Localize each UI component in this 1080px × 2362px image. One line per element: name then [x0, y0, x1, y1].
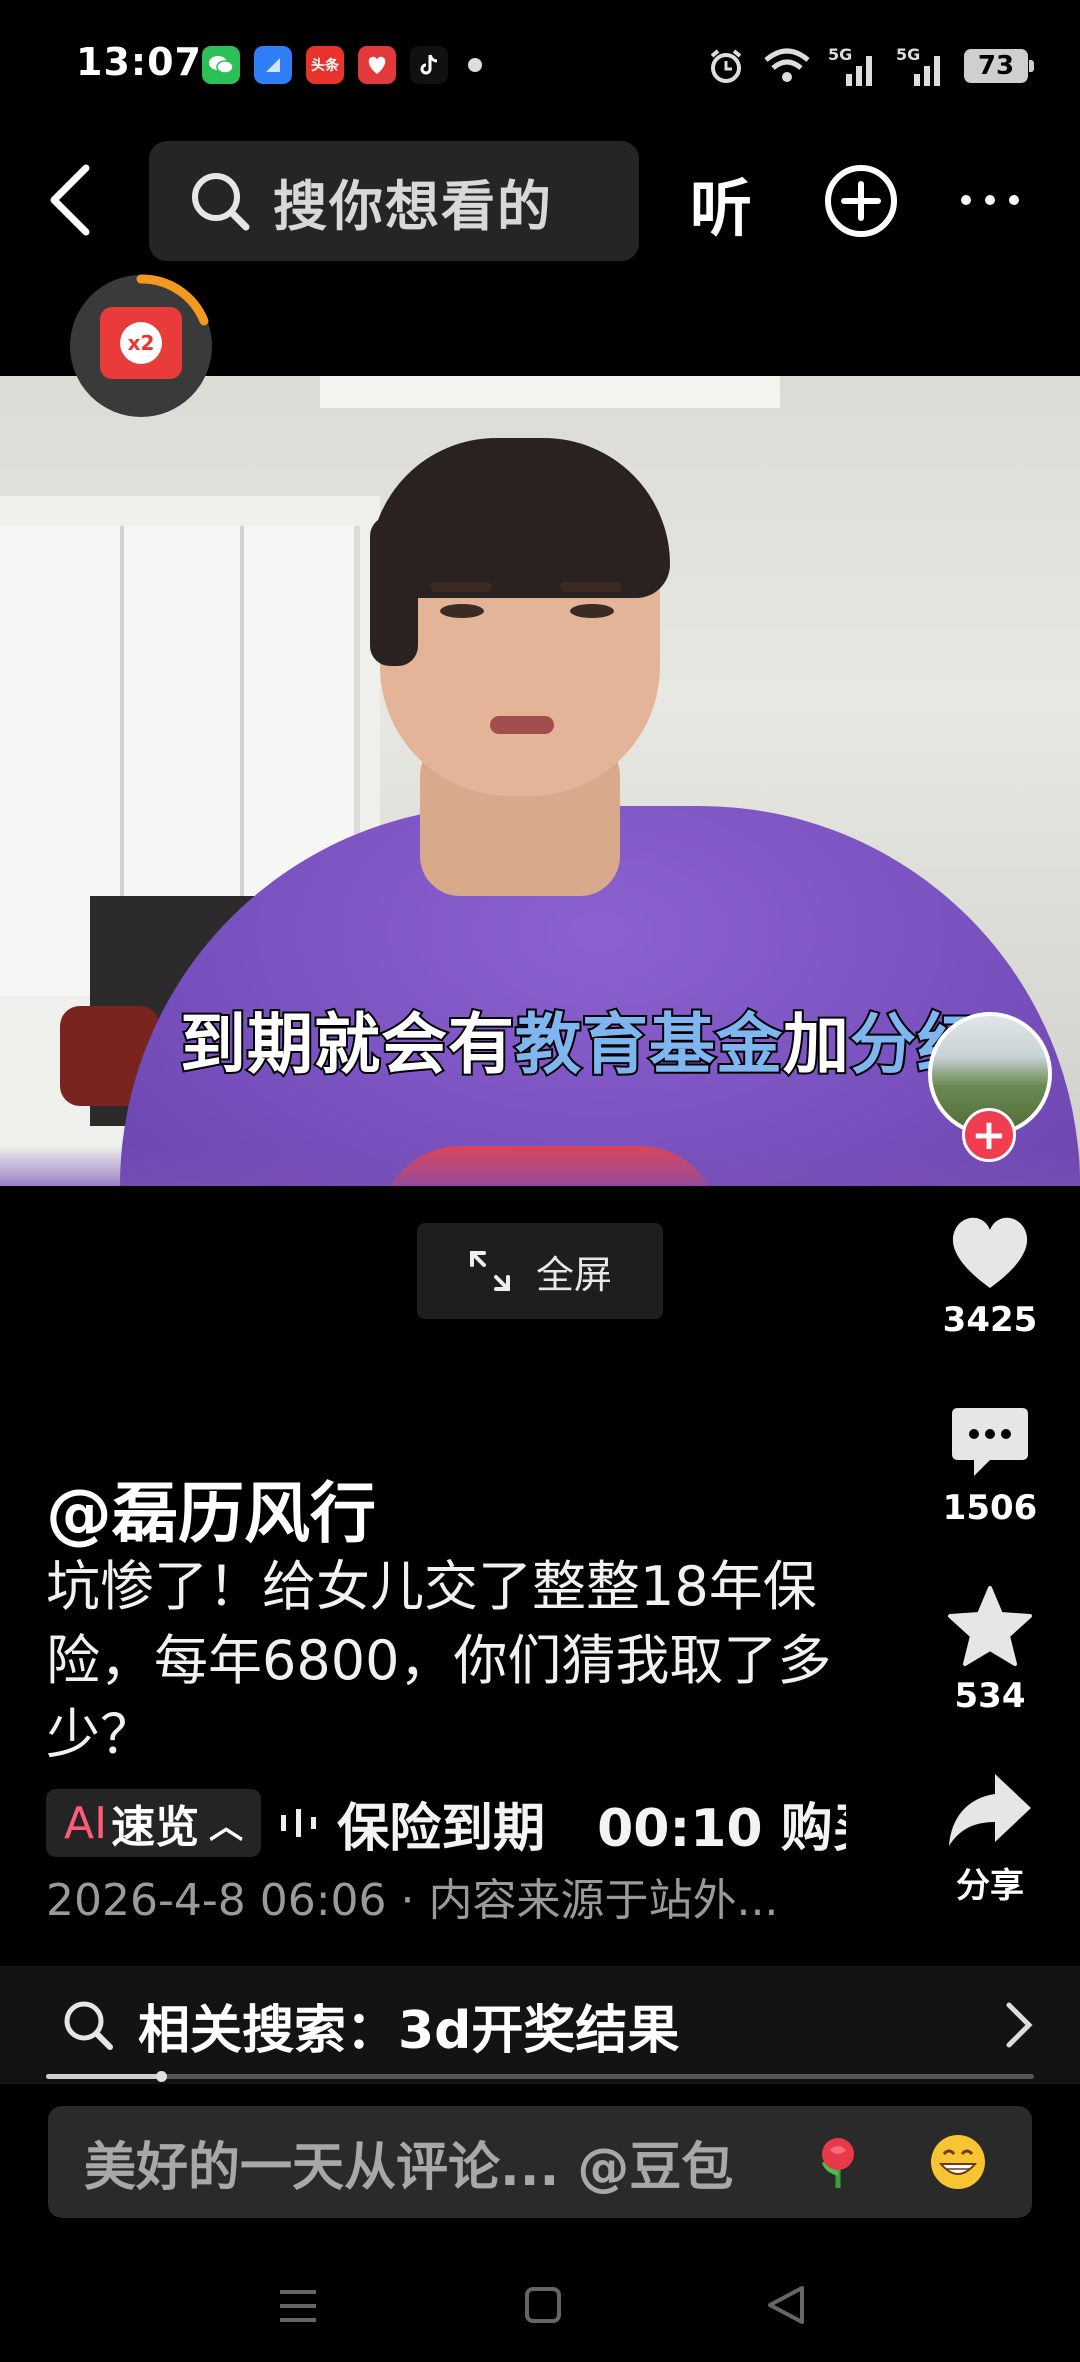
svg-text:5G: 5G: [828, 45, 852, 64]
listen-button[interactable]: 听: [690, 158, 752, 248]
chevron-up-icon: ︿: [209, 1806, 244, 1847]
related-search-label: 相关搜索：3d开奖结果: [138, 2000, 680, 2061]
alarm-icon: [710, 49, 742, 83]
video-subtitle: 到期就会有教育基金加分红: [178, 1004, 985, 1085]
wechat-icon: [202, 46, 240, 84]
red-envelope-icon: x2: [100, 307, 182, 379]
fullscreen-button[interactable]: 全屏: [417, 1223, 663, 1319]
related-search-bar[interactable]: 相关搜索：3d开奖结果: [0, 1966, 1080, 2084]
share-arrow-icon: [949, 1774, 1031, 1846]
video-player[interactable]: 到期就会有教育基金加分红: [0, 376, 1080, 1186]
search-placeholder: 搜你想看的: [273, 174, 553, 238]
post-meta: 2026-4-8 06:06 · 内容来源于站外...: [46, 1875, 779, 1926]
chevron-right-icon: [1006, 2002, 1033, 2048]
author-name[interactable]: @磊历风行: [46, 1460, 376, 1556]
favorite-button[interactable]: 534: [930, 1584, 1050, 1716]
battery-indicator: 73: [964, 49, 1034, 83]
like-count: 3425: [942, 1300, 1038, 1340]
like-button[interactable]: 3425: [930, 1212, 1050, 1340]
ai-label: AI: [64, 1797, 108, 1849]
comment-input[interactable]: 美好的一天从评论... @豆包: [48, 2106, 1032, 2218]
share-button[interactable]: 分享: [930, 1770, 1050, 1907]
comment-button[interactable]: 1506: [930, 1404, 1050, 1528]
system-nav-bar: [0, 2260, 1080, 2362]
chapter-item[interactable]: 保险到期: [337, 1799, 545, 1859]
chapter-list[interactable]: 保险到期 00:10 购买: [337, 1788, 846, 1859]
toutiao-icon: 头条: [306, 46, 344, 84]
signal-5g-icon: 5G: [828, 45, 872, 86]
home-square-icon[interactable]: [524, 2286, 562, 2324]
fullscreen-label: 全屏: [535, 1252, 612, 1297]
audio-wave-icon: [281, 1809, 317, 1837]
app-blue-icon: [254, 46, 292, 84]
notification-icons: 头条: [202, 46, 482, 84]
system-icons: 5G 5G 73: [706, 44, 1034, 88]
search-icon: [64, 2001, 113, 2050]
tiktok-icon: [410, 46, 448, 84]
comment-placeholder: 美好的一天从评论... @豆包: [84, 2137, 734, 2198]
share-label: 分享: [956, 1866, 1024, 1906]
search-icon: [192, 173, 250, 231]
red-app-icon: [358, 46, 396, 84]
status-time: 13:07: [76, 40, 202, 84]
ai-summary-row: AI 速览 ︿ 保险到期 00:10 购买: [46, 1788, 846, 1858]
wifi-icon: [764, 48, 810, 82]
signal-5g-icon-2: 5G: [896, 45, 940, 86]
ai-summary-button[interactable]: AI 速览 ︿: [46, 1789, 262, 1857]
more-options-button[interactable]: [958, 190, 1022, 210]
comment-count: 1506: [942, 1488, 1038, 1528]
comment-icon: [952, 1408, 1028, 1476]
heart-icon: [952, 1217, 1028, 1288]
multiplier-badge: x2: [120, 322, 162, 364]
more-notifications-dot: [468, 58, 482, 72]
back-arrow-icon: [50, 164, 90, 236]
rose-emoji-icon[interactable]: [808, 2132, 868, 2192]
add-button[interactable]: [824, 164, 898, 238]
star-icon: [948, 1586, 1032, 1666]
expand-icon: [469, 1251, 510, 1291]
menu-icon[interactable]: [278, 2288, 318, 2324]
back-triangle-icon[interactable]: [766, 2284, 806, 2326]
grin-emoji-icon[interactable]: [928, 2132, 988, 2192]
red-packet-widget[interactable]: x2: [70, 274, 212, 417]
video-progress-bar[interactable]: [46, 2071, 1034, 2082]
follow-button[interactable]: +: [962, 1108, 1016, 1162]
chapter-item[interactable]: 00:10 购买: [597, 1799, 846, 1859]
svg-text:5G: 5G: [896, 45, 920, 64]
ai-summary-label: 速览: [111, 1802, 200, 1853]
post-description: 坑惨了！给女儿交了整整18年保险，每年6800，你们猜我取了多少？: [46, 1555, 832, 1766]
search-input[interactable]: 搜你想看的: [149, 141, 639, 261]
favorite-count: 534: [954, 1676, 1026, 1716]
status-bar: 13:07 头条 5G 5G 73: [0, 0, 1080, 134]
back-button[interactable]: [48, 160, 102, 240]
